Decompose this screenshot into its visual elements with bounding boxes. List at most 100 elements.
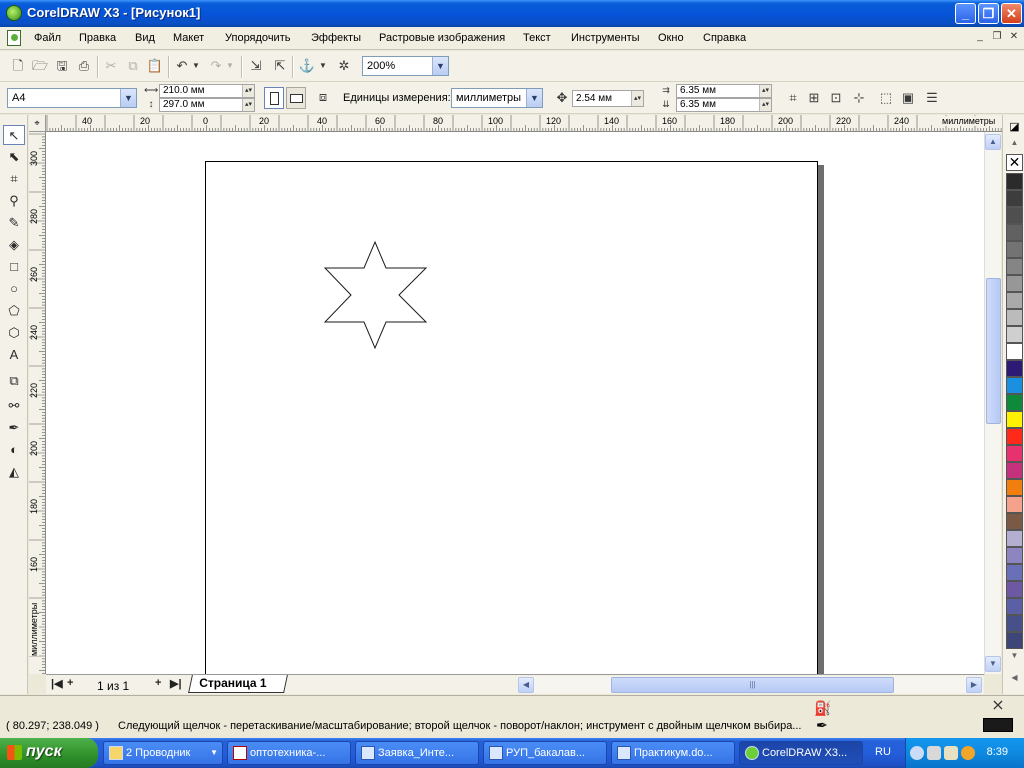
scroll-up-icon[interactable]: ▲ <box>985 134 1001 150</box>
treat-as-filled-icon[interactable]: ⬚ <box>876 88 896 108</box>
print-icon[interactable]: ⎙ <box>74 56 94 76</box>
menu-layout[interactable]: Макет <box>173 32 204 44</box>
horizontal-ruler[interactable]: 40 20 0 20 40 60 80 100 120 140 160 180 … <box>46 115 1002 132</box>
vertical-ruler[interactable]: 300 280 260 240 220 200 180 160 140 милл… <box>29 132 46 674</box>
color-swatch[interactable] <box>1006 445 1023 462</box>
page-height-input[interactable]: 297.0 мм ▴▾ <box>159 98 255 112</box>
undo-dropdown-icon[interactable]: ▼ <box>190 56 202 76</box>
start-button[interactable]: пуск <box>0 738 98 768</box>
snap-to-objects-icon[interactable]: ⊡ <box>826 88 846 108</box>
language-indicator[interactable]: RU <box>875 746 891 758</box>
redo-dropdown-icon[interactable]: ▼ <box>224 56 236 76</box>
menu-arrange[interactable]: Упорядочить <box>225 32 290 44</box>
taskbar-item-coreldraw[interactable]: CorelDRAW X3... <box>739 741 863 765</box>
spin-arrows-icon[interactable]: ▴▾ <box>242 99 254 111</box>
taskbar-item-word-2[interactable]: РУП_бакалав... <box>483 741 607 765</box>
interactive-fill-tool-icon[interactable]: ◭ <box>3 462 25 482</box>
scroll-left-icon[interactable]: ◀ <box>518 677 534 693</box>
document-icon[interactable] <box>7 30 21 46</box>
cut-icon[interactable]: ✂ <box>101 56 121 76</box>
color-swatch[interactable] <box>1006 513 1023 530</box>
shape-tool-icon[interactable]: ⬉ <box>3 147 25 167</box>
vertical-scrollbar[interactable]: ▲ ▼ <box>984 132 1001 674</box>
fill-tool-icon[interactable]: ◐ <box>3 440 25 460</box>
pick-tool-icon[interactable]: ↖ <box>3 125 25 145</box>
scroll-right-icon[interactable]: ▶ <box>966 677 982 693</box>
duplicate-distance-y-input[interactable]: 6.35 мм ▴▾ <box>676 98 772 112</box>
palette-scroll-down-icon[interactable]: ▼ <box>1008 651 1021 661</box>
safely-remove-icon[interactable] <box>944 746 958 760</box>
options-icon[interactable]: ☰ <box>922 88 942 108</box>
palette-menu-icon[interactable]: ◪ <box>1006 120 1023 134</box>
landscape-button[interactable] <box>286 87 306 109</box>
color-swatch[interactable] <box>1006 190 1023 207</box>
color-swatch[interactable] <box>1006 224 1023 241</box>
menu-effects[interactable]: Эффекты <box>311 32 361 44</box>
outline-pen-icon[interactable]: ✒ <box>816 717 828 734</box>
antivirus-icon[interactable] <box>961 746 975 760</box>
spin-arrows-icon[interactable]: ▴▾ <box>631 91 643 106</box>
menu-window[interactable]: Окно <box>658 32 684 44</box>
paper-size-combo[interactable]: A4 ▼ <box>7 88 137 108</box>
taskbar-item-explorer[interactable]: 2 Проводник ▼ <box>103 741 223 765</box>
drawing-canvas[interactable] <box>46 132 984 674</box>
eyedropper-tool-icon[interactable]: ⚯ <box>3 396 25 416</box>
menu-file[interactable]: Файл <box>34 32 61 44</box>
color-swatch[interactable] <box>1006 207 1023 224</box>
spin-arrows-icon[interactable]: ▴▾ <box>759 99 771 111</box>
zoom-tool-icon[interactable]: ⚲ <box>3 191 25 211</box>
doc-close-icon[interactable]: ✕ <box>1007 31 1021 44</box>
add-page-before-icon[interactable]: + <box>67 677 73 689</box>
color-swatch[interactable] <box>1006 530 1023 547</box>
application-launcher-icon[interactable]: ⚓ <box>297 56 317 76</box>
chevron-down-icon[interactable]: ▼ <box>432 57 448 75</box>
menu-help[interactable]: Справка <box>703 32 746 44</box>
color-swatch[interactable] <box>1006 343 1023 360</box>
horizontal-scrollbar[interactable]: ◀ ||| ▶ <box>518 677 982 693</box>
menu-tools[interactable]: Инструменты <box>571 32 640 44</box>
text-tool-icon[interactable]: A <box>3 345 25 365</box>
basic-shapes-tool-icon[interactable]: ⬡ <box>3 323 25 343</box>
color-swatch[interactable] <box>1006 496 1023 513</box>
color-swatch[interactable] <box>1006 615 1023 632</box>
ellipse-tool-icon[interactable]: ○ <box>3 279 25 299</box>
duplicate-distance-x-input[interactable]: 6.35 мм ▴▾ <box>676 84 772 98</box>
minimize-button[interactable]: _ <box>955 3 976 24</box>
color-swatch[interactable] <box>1006 479 1023 496</box>
chevron-down-icon[interactable]: ▼ <box>526 89 542 107</box>
fill-bucket-icon[interactable]: ⛽ <box>814 700 831 717</box>
color-swatch[interactable] <box>1006 258 1023 275</box>
add-page-after-icon[interactable]: + <box>155 677 161 689</box>
color-swatch[interactable] <box>1006 581 1023 598</box>
color-swatch[interactable] <box>1006 360 1023 377</box>
page-border[interactable] <box>205 161 818 674</box>
color-swatch[interactable] <box>1006 428 1023 445</box>
open-icon[interactable]: 🗁 <box>30 56 50 76</box>
import-icon[interactable]: ⇲ <box>246 56 266 76</box>
launcher-dropdown-icon[interactable]: ▼ <box>317 56 329 76</box>
draw-selection-icon[interactable]: ▣ <box>898 88 918 108</box>
snap-to-grid-icon[interactable]: ⌗ <box>783 88 803 108</box>
taskbar-item-word-1[interactable]: Заявка_Инте... <box>355 741 479 765</box>
vertical-scroll-thumb[interactable] <box>986 278 1001 424</box>
copy-icon[interactable]: ⧉ <box>123 56 143 76</box>
restore-button[interactable]: ❐ <box>978 3 999 24</box>
palette-expand-icon[interactable]: ◀ <box>1008 673 1021 683</box>
menu-text[interactable]: Текст <box>523 32 551 44</box>
no-color-swatch[interactable]: ✕ <box>1006 154 1023 171</box>
menu-edit[interactable]: Правка <box>79 32 116 44</box>
page-tab[interactable]: Страница 1 <box>188 675 288 693</box>
nudge-input[interactable]: 2.54 мм ▴▾ <box>572 90 644 107</box>
color-swatch[interactable] <box>1006 309 1023 326</box>
snap-to-guidelines-icon[interactable]: ⊞ <box>804 88 824 108</box>
smart-fill-tool-icon[interactable]: ◈ <box>3 235 25 255</box>
paste-icon[interactable]: 📋 <box>145 56 165 76</box>
color-swatch[interactable] <box>1006 632 1023 649</box>
polygon-tool-icon[interactable]: ⬠ <box>3 301 25 321</box>
all-pages-icon[interactable]: ⧈ <box>313 87 333 107</box>
palette-scroll-up-icon[interactable]: ▲ <box>1008 138 1021 148</box>
color-swatch[interactable] <box>1006 462 1023 479</box>
color-swatch[interactable] <box>1006 173 1023 190</box>
export-icon[interactable]: ⇱ <box>270 56 290 76</box>
outline-tool-icon[interactable]: ✒ <box>3 418 25 438</box>
